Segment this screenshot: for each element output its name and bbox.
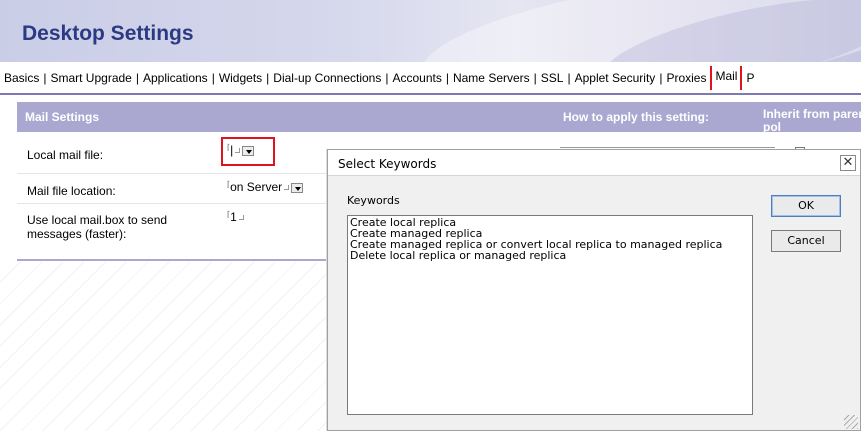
background-pattern bbox=[0, 262, 330, 431]
tab-dial-up-connections[interactable]: Dial-up Connections bbox=[269, 66, 385, 90]
dialog-title: Select Keywords bbox=[338, 157, 437, 171]
tab-underline bbox=[0, 93, 861, 95]
mail-file-location-field[interactable]: ⌈on Server bbox=[227, 180, 304, 194]
resize-grip-icon[interactable] bbox=[844, 415, 858, 429]
mail-file-location-label: Mail file location: bbox=[27, 184, 116, 198]
field-end-mark bbox=[238, 215, 244, 221]
tab-applications[interactable]: Applications bbox=[139, 66, 212, 90]
tab-widgets[interactable]: Widgets bbox=[215, 66, 266, 90]
apply-column-header: How to apply this setting: bbox=[563, 110, 709, 124]
tab-bar: Basics | Smart Upgrade | Applications | Widget… bbox=[0, 66, 861, 90]
select-keywords-dialog: Select Keywords ✕ Keywords Create local … bbox=[327, 149, 861, 431]
tab-applet-security[interactable]: Applet Security bbox=[571, 66, 660, 90]
highlight-box bbox=[221, 137, 275, 166]
keywords-listbox[interactable]: Create local replica Create managed repl… bbox=[347, 215, 753, 415]
dialog-titlebar[interactable]: Select Keywords ✕ bbox=[328, 150, 860, 176]
tab-basics[interactable]: Basics bbox=[0, 66, 43, 90]
section-title: Mail Settings bbox=[25, 110, 100, 124]
use-local-mailbox-label: Use local mail.box to send messages (fas… bbox=[27, 213, 168, 241]
settings-header: Mail Settings How to apply this setting:… bbox=[17, 102, 861, 134]
page-title: Desktop Settings bbox=[22, 22, 194, 45]
keywords-label: Keywords bbox=[347, 194, 400, 207]
tab-smart-upgrade[interactable]: Smart Upgrade bbox=[46, 66, 135, 90]
tab-ssl[interactable]: SSL bbox=[537, 66, 568, 90]
tab-p-truncated[interactable]: P bbox=[742, 66, 758, 90]
section-bottom-border bbox=[17, 259, 327, 261]
list-item[interactable]: Delete local replica or managed replica bbox=[350, 250, 750, 261]
local-mail-file-label: Local mail file: bbox=[27, 148, 104, 162]
use-local-mailbox-value: 1 bbox=[230, 210, 237, 224]
use-local-mailbox-field[interactable]: ⌈1 bbox=[227, 210, 246, 224]
header-banner: Desktop Settings bbox=[0, 0, 861, 62]
tab-proxies[interactable]: Proxies bbox=[662, 66, 710, 90]
tab-mail[interactable]: Mail bbox=[710, 66, 743, 90]
close-icon[interactable]: ✕ bbox=[840, 155, 856, 171]
row-divider bbox=[17, 203, 327, 204]
tab-name-servers[interactable]: Name Servers bbox=[449, 66, 534, 90]
row-divider bbox=[17, 173, 327, 174]
field-end-mark bbox=[284, 185, 290, 191]
cancel-button[interactable]: Cancel bbox=[771, 230, 841, 252]
inherit-column-header: Inherit from parent pol bbox=[763, 107, 861, 134]
mail-file-location-value: on Server bbox=[230, 180, 283, 194]
apply-setting-field[interactable] bbox=[560, 147, 775, 148]
dropdown-arrow-icon[interactable] bbox=[291, 182, 304, 193]
ok-button[interactable]: OK bbox=[771, 195, 841, 217]
tab-accounts[interactable]: Accounts bbox=[388, 66, 445, 90]
